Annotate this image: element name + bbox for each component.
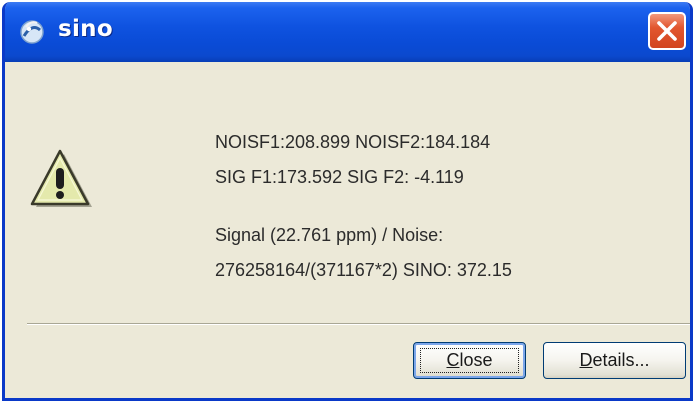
button-separator — [27, 323, 690, 325]
message-line: Signal (22.761 ppm) / Noise: — [215, 225, 444, 245]
details-button-mnemonic: D — [579, 350, 593, 370]
close-button-mnemonic: C — [446, 350, 460, 370]
close-button[interactable]: Close — [413, 342, 526, 379]
java-app-icon — [20, 20, 44, 44]
message-dialog-window: sino NOISF1:208.899 NOISF2:184.184 SIG F… — [2, 2, 693, 401]
window-title: sino — [58, 16, 113, 42]
details-button-label: etails... — [592, 350, 650, 370]
message-line: NOISF1:208.899 NOISF2:184.184 — [215, 132, 491, 152]
close-icon — [657, 21, 677, 41]
title-bar[interactable]: sino — [5, 2, 690, 62]
warning-icon — [30, 149, 92, 207]
message-line: 276258164/(371167*2) SINO: 372.15 — [215, 260, 512, 280]
details-button[interactable]: Details... — [543, 342, 686, 379]
close-button-label: lose — [459, 350, 493, 370]
close-window-button[interactable] — [648, 12, 686, 50]
dialog-message: NOISF1:208.899 NOISF2:184.184 SIG F1:173… — [215, 125, 512, 288]
message-line: SIG F1:173.592 SIG F2: -4.119 — [215, 167, 464, 187]
